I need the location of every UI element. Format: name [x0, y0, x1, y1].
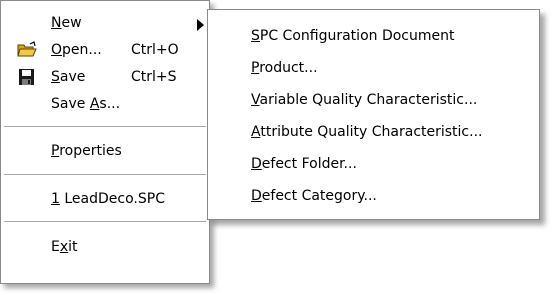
menu-separator	[4, 174, 206, 175]
menu-item-open[interactable]: Open... Ctrl+O	[1, 37, 209, 63]
menu-item-new[interactable]: New	[1, 10, 209, 36]
new-submenu: SPC Configuration Document Product... Va…	[207, 9, 540, 220]
submenu-item-label: Defect Folder...	[251, 156, 357, 172]
menu-item-exit-label: Exit	[51, 239, 78, 255]
file-menu: New Open... Ctrl+O Save Ctrl+S Save As..…	[0, 0, 210, 284]
menu-item-open-label: Open...	[51, 42, 102, 58]
menu-item-new-label: New	[51, 15, 82, 31]
menu-item-open-shortcut: Ctrl+O	[131, 42, 179, 58]
menu-item-save-shortcut: Ctrl+S	[131, 69, 177, 85]
submenu-item-product[interactable]: Product...	[208, 54, 539, 80]
menu-item-recent-file[interactable]: 1 LeadDeco.SPC	[1, 186, 209, 212]
submenu-item-label: Product...	[251, 60, 318, 76]
submenu-item-label: Variable Quality Characteristic...	[251, 92, 478, 108]
submenu-item-attribute-quality-characteristic[interactable]: Attribute Quality Characteristic...	[208, 118, 539, 144]
menu-item-recent-file-label: 1 LeadDeco.SPC	[51, 191, 165, 207]
submenu-item-spc-configuration-document[interactable]: SPC Configuration Document	[208, 22, 539, 48]
folder-open-icon	[17, 41, 37, 59]
menu-separator	[4, 126, 206, 127]
menu-item-save-as[interactable]: Save As...	[1, 91, 209, 117]
floppy-disk-icon	[17, 68, 37, 86]
menu-item-properties-label: Properties	[51, 143, 122, 159]
menu-item-exit[interactable]: Exit	[1, 234, 209, 260]
submenu-arrow-icon	[197, 19, 204, 31]
submenu-item-variable-quality-characteristic[interactable]: Variable Quality Characteristic...	[208, 86, 539, 112]
menu-item-save[interactable]: Save Ctrl+S	[1, 64, 209, 90]
submenu-item-defect-category[interactable]: Defect Category...	[208, 182, 539, 208]
submenu-item-label: Defect Category...	[251, 188, 377, 204]
menu-separator	[4, 221, 206, 222]
submenu-item-label: Attribute Quality Characteristic...	[251, 124, 483, 140]
menu-item-properties[interactable]: Properties	[1, 138, 209, 164]
menu-item-save-as-label: Save As...	[51, 96, 121, 112]
menu-item-save-label: Save	[51, 69, 86, 85]
submenu-item-label: SPC Configuration Document	[251, 28, 455, 44]
submenu-item-defect-folder[interactable]: Defect Folder...	[208, 150, 539, 176]
